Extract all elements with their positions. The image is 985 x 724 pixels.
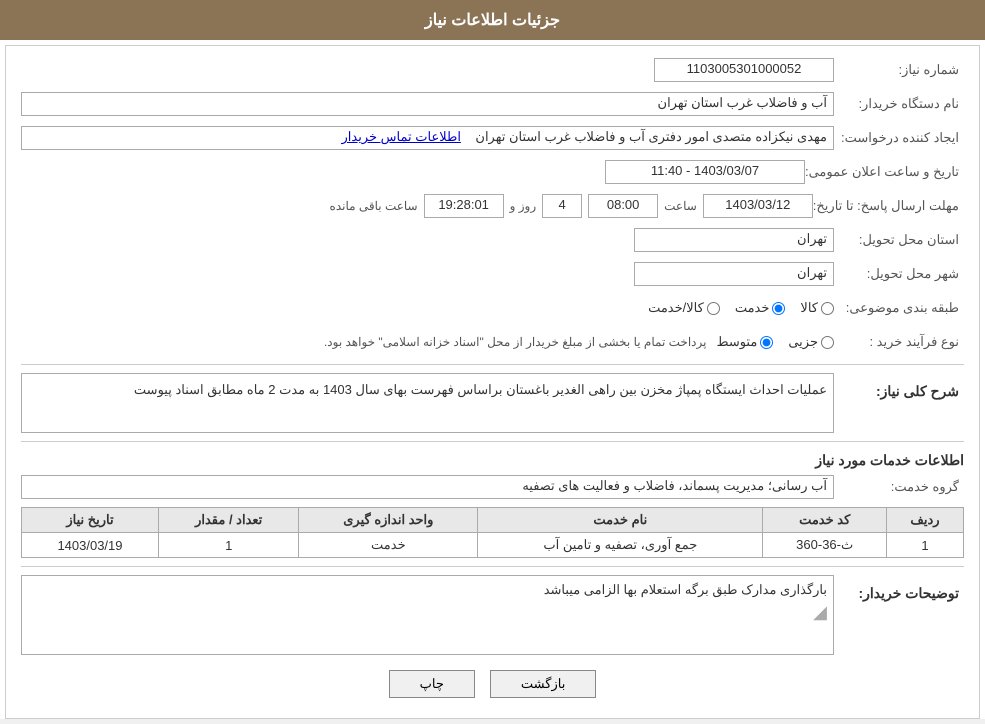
col-service-name: نام خدمت <box>478 508 763 533</box>
col-row: ردیف <box>887 508 964 533</box>
category-khedmat: خدمت <box>735 300 786 316</box>
buyer-org-label: نام دستگاه خریدار: <box>834 96 964 112</box>
days-remaining-label: روز و <box>510 199 537 213</box>
buyer-notes-label: توضیحات خریدار: <box>834 585 964 602</box>
announce-value: 1403/03/07 - 11:40 <box>605 160 805 184</box>
process-radio-group: جزیی متوسط <box>716 334 834 350</box>
process-note: پرداخت تمام یا بخشی از مبلغ خریدار از مح… <box>324 335 707 349</box>
need-description-label: شرح کلی نیاز: <box>834 383 964 400</box>
creator-label: ایجاد کننده درخواست: <box>834 130 964 146</box>
divider-3 <box>21 566 964 567</box>
category-kala-radio[interactable] <box>821 302 834 315</box>
province-label: استان محل تحویل: <box>834 232 964 248</box>
cell-row: 1 <box>887 533 964 558</box>
buyer-notes-row: توضیحات خریدار: بارگذاری مدارک طبق برگه … <box>21 575 964 655</box>
city-row: شهر محل تحویل: تهران <box>21 260 964 288</box>
creator-text: مهدی نیکزاده متصدی امور دفتری آب و فاضلا… <box>475 129 827 144</box>
announce-label: تاریخ و ساعت اعلان عمومی: <box>805 164 964 180</box>
divider-2 <box>21 441 964 442</box>
response-deadline-label: مهلت ارسال پاسخ: تا تاریخ: <box>813 198 964 214</box>
category-kala-khedmat: کالا/خدمت <box>648 300 720 316</box>
process-motevaset: متوسط <box>716 334 773 350</box>
response-date: 1403/03/12 <box>703 194 813 218</box>
col-unit: واحد اندازه گیری <box>299 508 478 533</box>
resize-handle: ◢ <box>28 602 827 623</box>
services-table-section: ردیف کد خدمت نام خدمت واحد اندازه گیری ت… <box>21 507 964 558</box>
form-section: شماره نیاز: 1103005301000052 نام دستگاه … <box>21 56 964 655</box>
category-khedmat-label: خدمت <box>735 300 770 316</box>
category-label: طبقه بندی موضوعی: <box>834 300 964 316</box>
creator-value: مهدی نیکزاده متصدی امور دفتری آب و فاضلا… <box>21 126 834 150</box>
province-value: تهران <box>634 228 834 252</box>
service-group-row: گروه خدمت: آب رسانی؛ مدیریت پسماند، فاضل… <box>21 475 964 499</box>
buyer-notes-text: بارگذاری مدارک طبق برگه استعلام بها الزا… <box>28 582 827 598</box>
process-motevaset-radio[interactable] <box>760 336 773 349</box>
table-header-row: ردیف کد خدمت نام خدمت واحد اندازه گیری ت… <box>22 508 964 533</box>
province-row: استان محل تحویل: تهران <box>21 226 964 254</box>
need-description-value: عملیات احداث ایستگاه پمپاژ مخزن بین راهی… <box>21 373 834 433</box>
service-group-label: گروه خدمت: <box>834 479 964 495</box>
city-label: شهر محل تحویل: <box>834 266 964 282</box>
category-kala-label: کالا <box>800 300 818 316</box>
category-kala: کالا <box>800 300 834 316</box>
need-number-row: شماره نیاز: 1103005301000052 <box>21 56 964 84</box>
cell-date: 1403/03/19 <box>22 533 159 558</box>
city-value: تهران <box>634 262 834 286</box>
divider-1 <box>21 364 964 365</box>
print-button[interactable]: چاپ <box>389 670 475 698</box>
page-title: جزئیات اطلاعات نیاز <box>425 12 560 29</box>
process-jozvi-label: جزیی <box>788 334 818 350</box>
category-kala-khedmat-radio[interactable] <box>707 302 720 315</box>
need-number-label: شماره نیاز: <box>834 62 964 78</box>
announce-row: تاریخ و ساعت اعلان عمومی: 1403/03/07 - 1… <box>21 158 964 186</box>
cell-service-code: ث-36-360 <box>763 533 887 558</box>
response-time-label: ساعت <box>664 199 697 213</box>
cell-quantity: 1 <box>158 533 298 558</box>
time-remaining-label: ساعت باقی مانده <box>330 199 418 213</box>
buyer-org-row: نام دستگاه خریدار: آب و فاضلاب غرب استان… <box>21 90 964 118</box>
process-jozvi-radio[interactable] <box>821 336 834 349</box>
response-deadline-fields: 1403/03/12 ساعت 08:00 4 روز و 19:28:01 س… <box>330 194 813 218</box>
buyer-notes-box: بارگذاری مدارک طبق برگه استعلام بها الزا… <box>21 575 834 655</box>
col-quantity: تعداد / مقدار <box>158 508 298 533</box>
category-radio-group: کالا خدمت کالا/خدمت <box>648 300 834 316</box>
need-number-value: 1103005301000052 <box>654 58 834 82</box>
services-table: ردیف کد خدمت نام خدمت واحد اندازه گیری ت… <box>21 507 964 558</box>
col-date: تاریخ نیاز <box>22 508 159 533</box>
cell-service-name: جمع آوری، تصفیه و تامین آب <box>478 533 763 558</box>
response-time: 08:00 <box>588 194 658 218</box>
cell-unit: خدمت <box>299 533 478 558</box>
category-row: طبقه بندی موضوعی: کالا خدمت کالا/خدمت <box>21 294 964 322</box>
creator-row: ایجاد کننده درخواست: مهدی نیکزاده متصدی … <box>21 124 964 152</box>
category-kala-khedmat-label: کالا/خدمت <box>648 300 704 316</box>
process-row: نوع فرآیند خرید : جزیی متوسط پرداخت تمام… <box>21 328 964 356</box>
page-header: جزئیات اطلاعات نیاز <box>0 0 985 40</box>
process-motevaset-label: متوسط <box>716 334 757 350</box>
col-service-code: کد خدمت <box>763 508 887 533</box>
buyer-org-value: آب و فاضلاب غرب استان تهران <box>21 92 834 116</box>
response-deadline-row: مهلت ارسال پاسخ: تا تاریخ: 1403/03/12 سا… <box>21 192 964 220</box>
action-buttons: بازگشت چاپ <box>21 670 964 698</box>
category-khedmat-radio[interactable] <box>772 302 785 315</box>
contact-link[interactable]: اطلاعات تماس خریدار <box>342 129 461 144</box>
services-info-title: اطلاعات خدمات مورد نیاز <box>21 452 964 469</box>
process-jozvi: جزیی <box>788 334 834 350</box>
table-row: 1 ث-36-360 جمع آوری، تصفیه و تامین آب خد… <box>22 533 964 558</box>
process-label: نوع فرآیند خرید : <box>834 334 964 350</box>
service-group-value: آب رسانی؛ مدیریت پسماند، فاضلاب و فعالیت… <box>21 475 834 499</box>
time-remaining: 19:28:01 <box>424 194 504 218</box>
days-remaining: 4 <box>542 194 582 218</box>
need-description-row: شرح کلی نیاز: عملیات احداث ایستگاه پمپاژ… <box>21 373 964 433</box>
back-button[interactable]: بازگشت <box>490 670 596 698</box>
